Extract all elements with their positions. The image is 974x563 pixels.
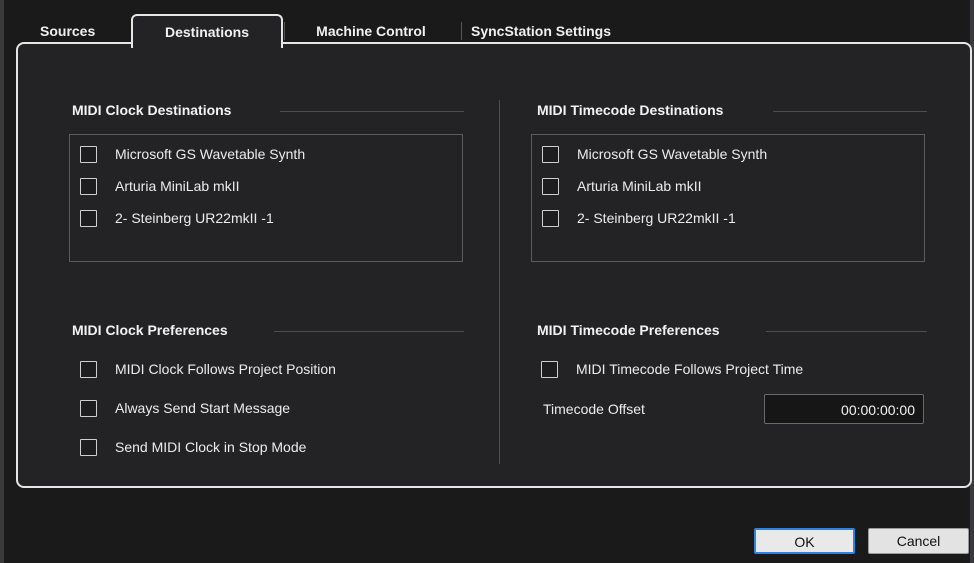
column-divider xyxy=(499,100,500,464)
midi-clock-destination-item[interactable]: Arturia MiniLab mkII xyxy=(80,175,239,197)
midi-clock-follows-position-checkbox[interactable]: MIDI Clock Follows Project Position xyxy=(80,358,336,380)
section-rule xyxy=(766,331,927,332)
tab-syncstation-settings[interactable]: SyncStation Settings xyxy=(471,18,661,44)
checkbox[interactable] xyxy=(80,399,97,417)
checkbox[interactable] xyxy=(542,177,559,195)
midi-timecode-preferences-title: MIDI Timecode Preferences xyxy=(537,322,720,338)
tab-destinations[interactable]: Destinations xyxy=(131,14,283,48)
cancel-button[interactable]: Cancel xyxy=(868,528,969,554)
midi-timecode-destination-item[interactable]: 2- Steinberg UR22mkII -1 xyxy=(542,207,736,229)
checkbox[interactable] xyxy=(80,177,97,195)
midi-timecode-destinations-list: Microsoft GS Wavetable Synth Arturia Min… xyxy=(531,134,925,262)
section-rule xyxy=(773,111,927,112)
send-clock-stop-mode-checkbox[interactable]: Send MIDI Clock in Stop Mode xyxy=(80,436,306,458)
tab-separator xyxy=(284,22,285,40)
midi-timecode-destination-item[interactable]: Microsoft GS Wavetable Synth xyxy=(542,143,767,165)
item-label: 2- Steinberg UR22mkII -1 xyxy=(577,210,736,226)
checkbox[interactable] xyxy=(80,438,97,456)
midi-clock-destinations-list: Microsoft GS Wavetable Synth Arturia Min… xyxy=(69,134,463,262)
midi-clock-destination-item[interactable]: 2- Steinberg UR22mkII -1 xyxy=(80,207,274,229)
checkbox[interactable] xyxy=(80,145,97,163)
ok-button[interactable]: OK xyxy=(754,528,855,554)
section-rule xyxy=(280,111,464,112)
midi-clock-destinations-title: MIDI Clock Destinations xyxy=(72,102,232,118)
tab-separator xyxy=(461,22,462,40)
destinations-panel: MIDI Clock Destinations Microsoft GS Wav… xyxy=(16,42,972,488)
timecode-offset-label: Timecode Offset xyxy=(543,401,645,417)
option-label: MIDI Timecode Follows Project Time xyxy=(576,361,804,377)
midi-timecode-destinations-title: MIDI Timecode Destinations xyxy=(537,102,724,118)
tab-bar: Sources Destinations Machine Control Syn… xyxy=(16,14,966,48)
midi-timecode-destination-item[interactable]: Arturia MiniLab mkII xyxy=(542,175,701,197)
tab-machine-control[interactable]: Machine Control xyxy=(296,18,446,44)
item-label: Microsoft GS Wavetable Synth xyxy=(115,146,306,162)
checkbox[interactable] xyxy=(80,360,97,378)
item-label: Arturia MiniLab mkII xyxy=(115,178,240,194)
item-label: Arturia MiniLab mkII xyxy=(577,178,702,194)
checkbox[interactable] xyxy=(80,209,97,227)
always-send-start-checkbox[interactable]: Always Send Start Message xyxy=(80,397,290,419)
midi-clock-preferences-title: MIDI Clock Preferences xyxy=(72,322,228,338)
timecode-offset-field[interactable]: 00:00:00:00 xyxy=(764,394,924,424)
item-label: 2- Steinberg UR22mkII -1 xyxy=(115,210,274,226)
tab-sources[interactable]: Sources xyxy=(26,18,136,44)
window-left-edge xyxy=(0,0,4,563)
section-rule xyxy=(274,331,464,332)
midi-timecode-follows-time-checkbox[interactable]: MIDI Timecode Follows Project Time xyxy=(541,358,803,380)
item-label: Microsoft GS Wavetable Synth xyxy=(577,146,768,162)
option-label: Always Send Start Message xyxy=(115,400,291,416)
checkbox[interactable] xyxy=(542,145,559,163)
option-label: MIDI Clock Follows Project Position xyxy=(115,361,336,377)
checkbox[interactable] xyxy=(541,360,558,378)
midi-clock-destination-item[interactable]: Microsoft GS Wavetable Synth xyxy=(80,143,305,165)
option-label: Send MIDI Clock in Stop Mode xyxy=(115,439,307,455)
checkbox[interactable] xyxy=(542,209,559,227)
